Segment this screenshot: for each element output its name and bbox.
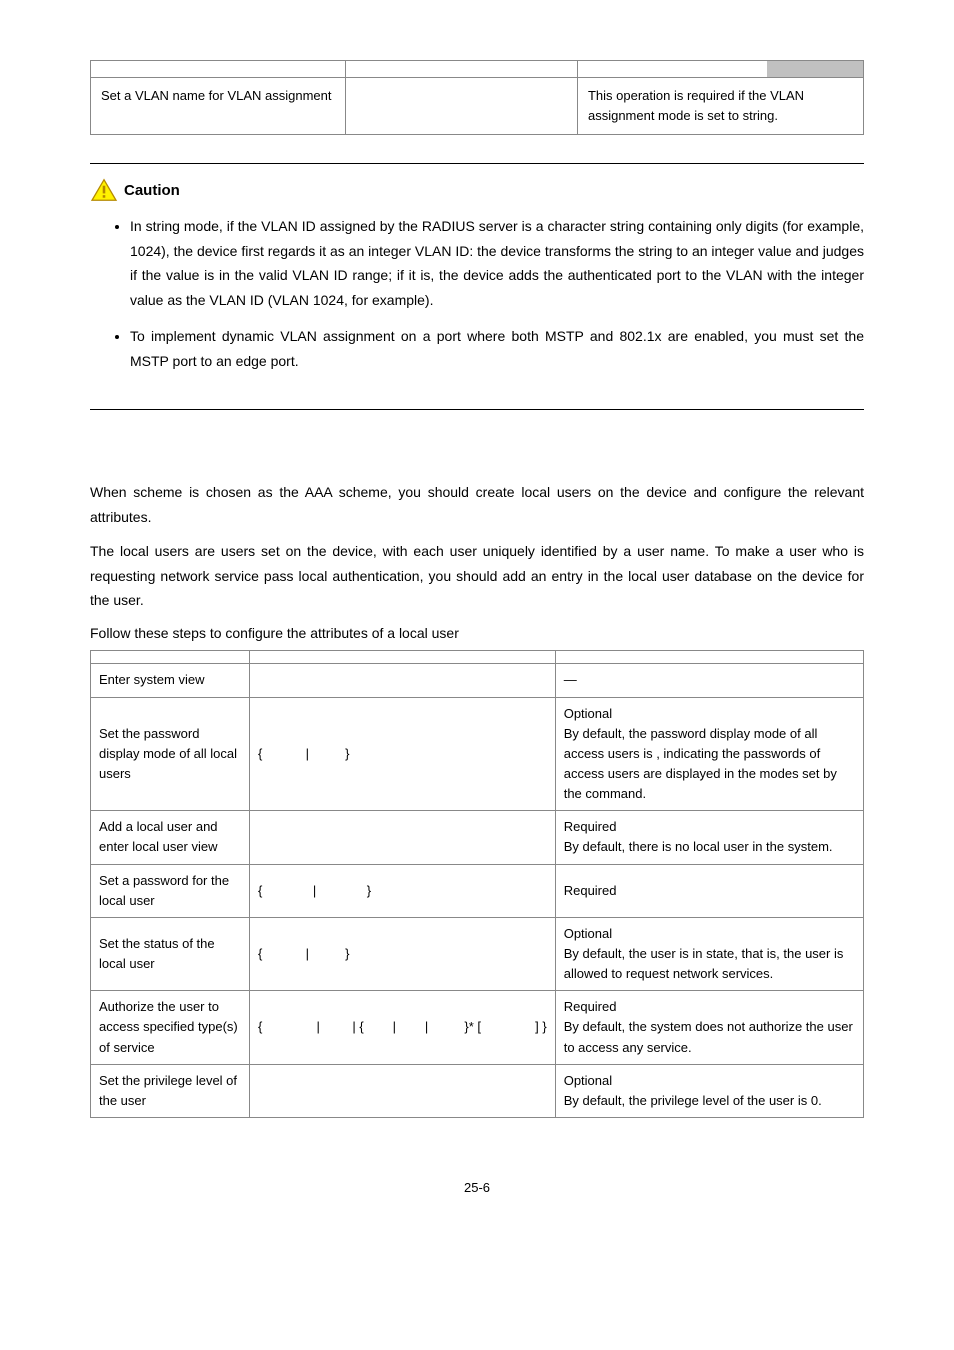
table1-header-c2 bbox=[346, 61, 578, 78]
list-item: In string mode, if the VLAN ID assigned … bbox=[130, 214, 864, 312]
local-user-attr-table: Enter system view — Set the password dis… bbox=[90, 650, 864, 1118]
cell: Optional By default, the privilege level… bbox=[555, 1064, 863, 1117]
cell: Enter system view bbox=[91, 664, 250, 697]
cell: This operation is required if the VLAN a… bbox=[577, 78, 863, 135]
cell bbox=[346, 78, 578, 135]
table-row: Set the privilege level of the user Opti… bbox=[91, 1064, 864, 1117]
table-row: Enter system view — bbox=[91, 664, 864, 697]
cell: Add a local user and enter local user vi… bbox=[91, 811, 250, 864]
cell: { | } bbox=[249, 864, 555, 917]
cell bbox=[249, 1064, 555, 1117]
cell: Set a VLAN name for VLAN assignment bbox=[91, 78, 346, 135]
caution-list: In string mode, if the VLAN ID assigned … bbox=[90, 214, 864, 373]
cell bbox=[555, 651, 863, 664]
cell bbox=[249, 664, 555, 697]
cell: Set the password display mode of all loc… bbox=[91, 697, 250, 811]
cell: Set a password for the local user bbox=[91, 864, 250, 917]
body-paragraph: The local users are users set on the dev… bbox=[90, 539, 864, 613]
table1-header-shade bbox=[767, 61, 864, 78]
cell: — bbox=[555, 664, 863, 697]
table-row: Set the status of the local user { | } O… bbox=[91, 917, 864, 990]
cell: { | } bbox=[249, 917, 555, 990]
table-row: Add a local user and enter local user vi… bbox=[91, 811, 864, 864]
cell: Required By default, there is no local u… bbox=[555, 811, 863, 864]
cell: { | | { | | }* [ ] } bbox=[249, 991, 555, 1064]
cell: Optional By default, the user is in stat… bbox=[555, 917, 863, 990]
body-paragraph: Follow these steps to configure the attr… bbox=[90, 623, 864, 645]
cell: Required By default, the system does not… bbox=[555, 991, 863, 1064]
list-item: To implement dynamic VLAN assignment on … bbox=[130, 324, 864, 373]
caution-label: Caution bbox=[124, 179, 180, 202]
cell: Set the privilege level of the user bbox=[91, 1064, 250, 1117]
table-row: Set a password for the local user { | } … bbox=[91, 864, 864, 917]
cell bbox=[249, 811, 555, 864]
vlan-name-table: Set a VLAN name for VLAN assignment This… bbox=[90, 60, 864, 135]
table-row: Set the password display mode of all loc… bbox=[91, 697, 864, 811]
warning-triangle-icon bbox=[90, 178, 118, 202]
cell bbox=[91, 651, 250, 664]
body-paragraph: When scheme is chosen as the AAA scheme,… bbox=[90, 480, 864, 529]
cell: { | } bbox=[249, 697, 555, 811]
cell: Set the status of the local user bbox=[91, 917, 250, 990]
page-number: 25-6 bbox=[90, 1178, 864, 1198]
table-row bbox=[91, 651, 864, 664]
cell bbox=[249, 651, 555, 664]
caution-heading: Caution bbox=[90, 178, 864, 202]
table1-header-c1 bbox=[91, 61, 346, 78]
cell: Required bbox=[555, 864, 863, 917]
cell: Optional By default, the password displa… bbox=[555, 697, 863, 811]
table-row: Authorize the user to access specified t… bbox=[91, 991, 864, 1064]
caution-block: Caution In string mode, if the VLAN ID a… bbox=[90, 163, 864, 410]
table-row: Set a VLAN name for VLAN assignment This… bbox=[91, 78, 864, 135]
table1-header-c3 bbox=[577, 61, 766, 78]
cell: Authorize the user to access specified t… bbox=[91, 991, 250, 1064]
